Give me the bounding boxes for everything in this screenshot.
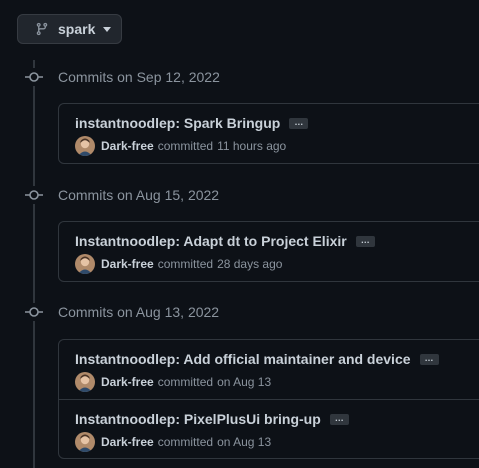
expand-message-button[interactable]: … <box>329 413 349 425</box>
relative-time: on Aug 13 <box>217 375 272 389</box>
commit-verb: committed <box>157 139 214 153</box>
commit-title-link[interactable]: Instantnoodlep: PixelPlusUi bring-up <box>75 411 321 427</box>
day-header: Commits on Aug 15, 2022 <box>25 185 219 205</box>
git-commit-icon <box>25 303 43 321</box>
timeline-line <box>33 60 35 468</box>
author-link[interactable]: Dark-free <box>101 139 154 153</box>
avatar[interactable] <box>75 432 95 452</box>
avatar[interactable] <box>75 136 95 156</box>
git-commit-icon <box>25 68 43 86</box>
expand-message-button[interactable]: … <box>419 353 439 365</box>
commit-group: instantnoodlep: Spark Bringup … Dark-fre… <box>58 103 479 164</box>
git-commit-icon <box>25 186 43 204</box>
commit-row: instantnoodlep: Spark Bringup … Dark-fre… <box>59 104 479 163</box>
commit-row: Instantnoodlep: Adapt dt to Project Elix… <box>59 222 479 281</box>
git-branch-icon <box>35 22 49 36</box>
commit-title-link[interactable]: Instantnoodlep: Add official maintainer … <box>75 351 411 367</box>
commit-title-link[interactable]: instantnoodlep: Spark Bringup <box>75 115 280 131</box>
branch-name: spark <box>58 21 96 37</box>
avatar[interactable] <box>75 254 95 274</box>
commit-title-link[interactable]: Instantnoodlep: Adapt dt to Project Elix… <box>75 233 347 249</box>
day-header-label: Commits on Aug 13, 2022 <box>58 304 220 320</box>
expand-message-button[interactable]: … <box>355 235 375 247</box>
triangle-down-icon <box>103 26 112 32</box>
day-header-label: Commits on Aug 15, 2022 <box>58 187 220 203</box>
author-link[interactable]: Dark-free <box>101 375 154 389</box>
day-header-label: Commits on Sep 12, 2022 <box>58 69 220 85</box>
commit-row: Instantnoodlep: PixelPlusUi bring-up … D… <box>59 399 479 458</box>
author-link[interactable]: Dark-free <box>101 257 154 271</box>
commits-page: spark Commits on Sep 12, 2022 instantnoo… <box>0 0 479 468</box>
commit-verb: committed <box>157 435 214 449</box>
day-header: Commits on Aug 13, 2022 <box>25 302 219 322</box>
branch-select-button[interactable]: spark <box>17 14 122 44</box>
day-header: Commits on Sep 12, 2022 <box>25 67 220 87</box>
commit-group: Instantnoodlep: Adapt dt to Project Elix… <box>58 221 479 282</box>
commit-row: Instantnoodlep: Add official maintainer … <box>59 340 479 399</box>
commit-group: Instantnoodlep: Add official maintainer … <box>58 339 479 459</box>
author-link[interactable]: Dark-free <box>101 435 154 449</box>
relative-time: on Aug 13 <box>217 435 272 449</box>
expand-message-button[interactable]: … <box>289 117 309 129</box>
commit-verb: committed <box>157 257 214 271</box>
commit-verb: committed <box>157 375 214 389</box>
relative-time: 28 days ago <box>217 257 283 271</box>
avatar[interactable] <box>75 372 95 392</box>
relative-time: 11 hours ago <box>217 139 287 153</box>
